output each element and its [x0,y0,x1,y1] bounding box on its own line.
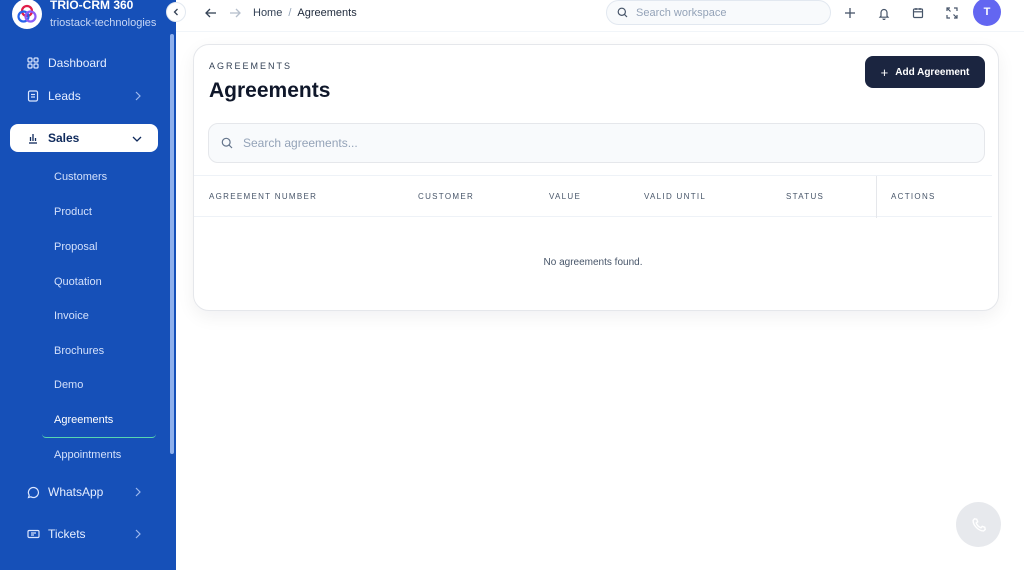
page-title: Agreements [209,79,331,102]
search-icon [221,137,233,149]
breadcrumb-current: Agreements [297,7,357,19]
column-header-valid-until[interactable]: VALID UNTIL [644,192,706,201]
bar-chart-icon [26,131,40,145]
add-button[interactable] [840,4,860,22]
bell-icon [878,8,890,20]
calendar-button[interactable] [908,4,928,22]
sidebar-item-label: Dashboard [48,56,107,70]
agreements-search[interactable] [208,123,985,163]
breadcrumb-home[interactable]: Home [253,7,282,19]
brand-title: TRIO-CRM 360 [50,0,134,12]
chevron-right-icon [134,528,142,542]
document-icon [26,89,40,103]
column-header-actions: ACTIONS [891,192,936,201]
notifications-button[interactable] [874,4,894,22]
column-header-agreement-number[interactable]: AGREEMENT NUMBER [209,192,317,201]
agreements-card: AGREEMENTS Agreements + Add Agreement AG… [193,44,999,311]
forward-button[interactable] [228,6,242,24]
page-eyebrow: AGREEMENTS [209,61,293,71]
sidebar-subitem-proposal[interactable]: Proposal [54,241,97,253]
active-underline [42,434,156,438]
column-header-customer[interactable]: CUSTOMER [418,192,474,201]
expand-icon [946,7,958,19]
chat-bubble-icon [26,485,40,499]
sidebar-item-label: Tickets [48,527,86,541]
sidebar-item-sales[interactable]: Sales [10,124,158,152]
chevron-left-icon [173,8,178,16]
workspace-search-input[interactable] [636,6,816,19]
sidebar-subitem-brochures[interactable]: Brochures [54,345,104,357]
sidebar-scrollbar[interactable] [170,34,174,454]
add-agreement-label: Add Agreement [895,66,970,78]
call-button[interactable] [956,502,1001,547]
back-button[interactable] [204,6,218,24]
sidebar-subitem-invoice[interactable]: Invoice [54,310,89,322]
brand-subtitle: triostack-technologies [50,17,157,29]
plus-icon [845,8,855,18]
sidebar-item-whatsapp[interactable]: WhatsApp [10,478,158,506]
arrow-left-icon [205,8,216,18]
workspace-search[interactable] [606,0,831,25]
sidebar-item-leads[interactable]: Leads [10,82,158,110]
calendar-icon [912,8,924,19]
breadcrumb: Home / Agreements [253,7,357,19]
avatar[interactable]: T [973,0,1001,26]
agreements-search-input[interactable] [243,136,943,150]
sidebar-item-label: Leads [48,89,81,103]
sidebar-collapse-button[interactable] [166,2,186,22]
sidebar-subitem-agreements[interactable]: Agreements [54,414,113,426]
phone-icon [971,517,986,532]
empty-state-message: No agreements found. [543,257,643,268]
sidebar-subitem-quotation[interactable]: Quotation [54,276,102,288]
sidebar-item-tickets[interactable]: Tickets [10,520,158,548]
ticket-icon [26,527,40,541]
sidebar-subitem-customers[interactable]: Customers [54,171,107,183]
add-agreement-button[interactable]: + Add Agreement [865,56,985,88]
fullscreen-button[interactable] [942,4,962,22]
sidebar-subitem-product[interactable]: Product [54,206,92,218]
column-divider [876,176,877,218]
sidebar: TRIO-CRM 360 triostack-technologies Dash… [0,0,176,570]
sidebar-subitem-demo[interactable]: Demo [54,379,83,391]
logo-icon [12,0,42,29]
arrow-right-icon [230,8,241,18]
breadcrumb-separator: / [288,7,292,19]
chevron-right-icon [134,486,142,500]
chevron-down-icon [132,132,142,146]
column-header-value[interactable]: VALUE [549,192,581,201]
chevron-right-icon [134,90,142,104]
grid-icon [26,56,40,70]
brand[interactable]: TRIO-CRM 360 triostack-technologies [12,0,156,34]
sidebar-item-label: Sales [48,131,80,145]
plus-icon: + [880,64,889,80]
column-header-status[interactable]: STATUS [786,192,824,201]
search-icon [617,7,628,18]
table-header: AGREEMENT NUMBER CUSTOMER VALUE VALID UN… [194,175,992,218]
sidebar-subitem-appointments[interactable]: Appointments [54,449,121,461]
sidebar-item-label: WhatsApp [48,485,104,499]
sidebar-item-dashboard[interactable]: Dashboard [10,49,158,77]
topbar: Home / Agreements T [176,0,1024,32]
